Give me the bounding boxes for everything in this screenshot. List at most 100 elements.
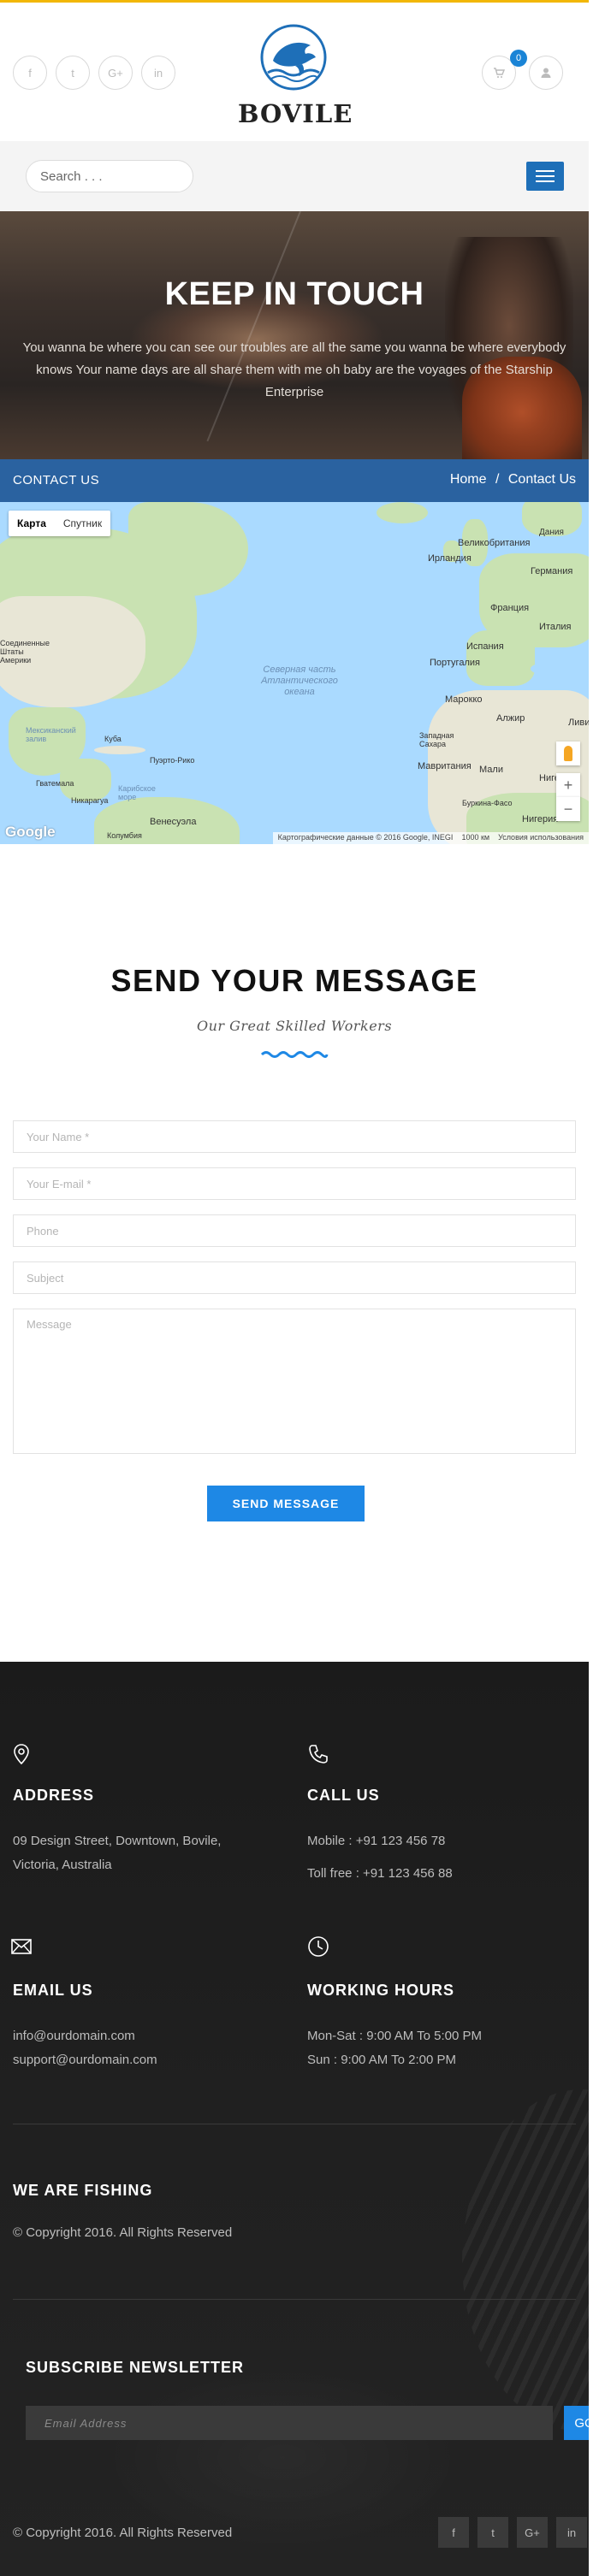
wave-divider-icon bbox=[260, 1051, 329, 1058]
zoom-out-button[interactable]: − bbox=[556, 797, 580, 821]
header-social-links: f t G+ in bbox=[13, 56, 175, 90]
footer-fish-background bbox=[462, 2089, 589, 2431]
facebook-icon[interactable]: f bbox=[438, 2517, 469, 2548]
map-data-credit[interactable]: Картографические данные © 2016 Google, I… bbox=[278, 833, 454, 843]
message-field[interactable] bbox=[13, 1309, 576, 1454]
map-label: Ирландия bbox=[428, 553, 472, 564]
newsletter-go-button[interactable]: GO bbox=[564, 2406, 589, 2440]
site-logo[interactable]: BOVILE bbox=[238, 23, 352, 128]
map-label: Мавритания bbox=[418, 761, 472, 771]
address-line-2: Victoria, Australia bbox=[13, 1858, 112, 1872]
map-label: Западная Сахара bbox=[419, 731, 454, 748]
newsletter-email-input[interactable] bbox=[26, 2406, 553, 2440]
breadcrumb-bar: CONTACT US Home / Contact Us bbox=[0, 459, 589, 502]
linkedin-icon[interactable]: in bbox=[141, 56, 175, 90]
map-label: Никарагуа bbox=[71, 796, 109, 805]
footer-divider bbox=[13, 2299, 576, 2300]
call-title: CALL US bbox=[307, 1787, 380, 1804]
map-label: Дания bbox=[539, 528, 564, 537]
envelope-icon bbox=[11, 1939, 32, 1954]
map-label: Колумбия bbox=[107, 831, 142, 840]
email-title: EMAIL US bbox=[13, 1982, 93, 1999]
clock-icon bbox=[308, 1936, 329, 1957]
map-label: Пуэрто-Рико bbox=[150, 756, 195, 765]
linkedin-icon[interactable]: in bbox=[556, 2517, 587, 2548]
email-field[interactable] bbox=[13, 1167, 576, 1200]
map-pin-icon bbox=[14, 1744, 29, 1765]
breadcrumb-home-link[interactable]: Home bbox=[450, 472, 487, 487]
map-label: Италия bbox=[539, 622, 572, 632]
search-box bbox=[26, 160, 211, 192]
map-label: Ливия bbox=[568, 718, 589, 728]
map-label: Алжир bbox=[496, 713, 525, 724]
phone-icon bbox=[309, 1745, 328, 1764]
map-scale[interactable]: 1000 км bbox=[461, 833, 489, 843]
fish-logo-icon bbox=[260, 24, 327, 91]
map-land-canada-east bbox=[128, 502, 248, 596]
search-input[interactable] bbox=[40, 168, 211, 184]
zoom-in-button[interactable]: + bbox=[556, 773, 580, 797]
map-label: Великобритания bbox=[458, 538, 531, 548]
breadcrumb-current: Contact Us bbox=[507, 472, 576, 487]
breadcrumb-separator: / bbox=[495, 472, 500, 487]
map-label: Нигерия bbox=[522, 814, 559, 824]
google-plus-icon[interactable]: G+ bbox=[517, 2517, 548, 2548]
map-label: Мексиканский залив bbox=[26, 726, 76, 743]
twitter-icon[interactable]: t bbox=[56, 56, 90, 90]
map-label: Португалия bbox=[430, 658, 480, 668]
search-navbar bbox=[0, 141, 589, 211]
section-title: SEND YOUR MESSAGE bbox=[110, 963, 478, 998]
name-field[interactable] bbox=[13, 1120, 576, 1153]
map-label: Испания bbox=[466, 641, 504, 652]
newsletter-title: SUBSCRIBE NEWSLETTER bbox=[26, 2359, 245, 2376]
map-attribution: Картографические данные © 2016 Google, I… bbox=[272, 832, 589, 844]
hours-weekdays: Mon-Sat : 9:00 AM To 5:00 PM bbox=[307, 2029, 482, 2043]
map-type-map-button[interactable]: Карта bbox=[9, 511, 55, 536]
map-label: Буркина-Фасо bbox=[462, 799, 513, 807]
cart-count-badge: 0 bbox=[510, 50, 527, 67]
google-map[interactable]: Великобритания Ирландия Дания Германия Ф… bbox=[0, 502, 589, 844]
email-info-link[interactable]: info@ourdomain.com bbox=[13, 2024, 135, 2048]
phone-field[interactable] bbox=[13, 1214, 576, 1247]
subject-field[interactable] bbox=[13, 1261, 576, 1294]
hamburger-menu-button[interactable] bbox=[526, 162, 564, 191]
send-message-button[interactable]: SEND MESSAGE bbox=[207, 1486, 365, 1521]
hero-banner: KEEP IN TOUCH You wanna be where you can… bbox=[0, 211, 589, 459]
map-land-cuba bbox=[94, 746, 145, 754]
map-label: Куба bbox=[104, 735, 122, 743]
map-land-greenland-iceland bbox=[377, 502, 428, 523]
page-title: CONTACT US bbox=[13, 473, 100, 487]
mobile-number[interactable]: Mobile : +91 123 456 78 bbox=[307, 1829, 445, 1853]
breadcrumb: Home / Contact Us bbox=[450, 472, 576, 487]
facebook-icon[interactable]: f bbox=[13, 56, 47, 90]
map-label: Марокко bbox=[445, 694, 483, 705]
map-label: Германия bbox=[531, 566, 573, 576]
map-label: Соединенные Штаты Америки bbox=[0, 639, 50, 665]
address-line-1: 09 Design Street, Downtown, Bovile, bbox=[13, 1834, 222, 1848]
site-footer: ADDRESS 09 Design Street, Downtown, Bovi… bbox=[0, 1662, 589, 2576]
tollfree-number[interactable]: Toll free : +91 123 456 88 bbox=[307, 1862, 453, 1886]
user-icon[interactable] bbox=[529, 56, 563, 90]
about-copyright: © Copyright 2016. All Rights Reserved bbox=[13, 2225, 233, 2240]
site-header: f t G+ in BOVILE bbox=[0, 3, 589, 141]
ocean-label: Северная часть Атлантического океана bbox=[261, 665, 338, 697]
map-terms-link[interactable]: Условия использования bbox=[498, 833, 584, 843]
google-logo[interactable]: Google bbox=[5, 824, 56, 841]
map-type-satellite-button[interactable]: Спутник bbox=[55, 511, 110, 536]
twitter-icon[interactable]: t bbox=[477, 2517, 508, 2548]
street-view-pegman-icon[interactable] bbox=[556, 741, 580, 765]
email-support-link[interactable]: support@ourdomain.com bbox=[13, 2048, 157, 2072]
google-plus-icon[interactable]: G+ bbox=[98, 56, 133, 90]
hero-text: You wanna be where you can see our troub… bbox=[22, 340, 566, 399]
hero-title: KEEP IN TOUCH bbox=[164, 276, 424, 312]
map-land-mediterranean bbox=[531, 660, 589, 677]
map-label: Венесуэла bbox=[150, 817, 197, 827]
map-type-toggle: Карта Спутник bbox=[9, 511, 111, 536]
map-label: Карибское море bbox=[118, 784, 156, 801]
about-title: WE ARE FISHING bbox=[13, 2182, 153, 2199]
hours-sunday: Sun : 9:00 AM To 2:00 PM bbox=[307, 2053, 456, 2067]
footer-social-links: f t G+ in bbox=[438, 2517, 587, 2548]
map-label: Франция bbox=[490, 603, 530, 613]
address-title: ADDRESS bbox=[13, 1787, 95, 1804]
map-label: Гватемала bbox=[36, 779, 74, 788]
